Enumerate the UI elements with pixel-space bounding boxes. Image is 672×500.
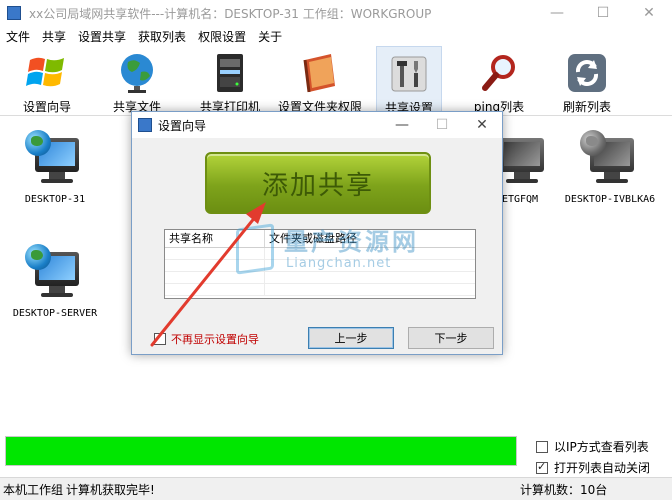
computer-item[interactable]: DESKTOP-IVBLKA6 bbox=[560, 130, 660, 205]
ip-view-checkbox[interactable] bbox=[536, 440, 548, 453]
ip-view-label: 以IP方式查看列表 bbox=[554, 440, 649, 454]
dialog-minimize-button[interactable]: — bbox=[382, 112, 422, 138]
globe-icon bbox=[114, 50, 160, 96]
toolbar-label: 刷新列表 bbox=[562, 100, 611, 114]
computer-name: ETGFQM bbox=[501, 194, 539, 205]
magnifier-icon bbox=[476, 50, 522, 96]
column-share-name[interactable]: 共享名称 bbox=[165, 230, 265, 247]
progress-bar bbox=[5, 436, 517, 466]
menu-permissions[interactable]: 权限设置 bbox=[192, 28, 252, 45]
printer-icon bbox=[207, 50, 253, 96]
menu-about[interactable]: 关于 bbox=[252, 28, 288, 45]
computer-item[interactable]: DESKTOP-31 bbox=[7, 130, 103, 205]
status-count: 计算机数：10台 bbox=[520, 483, 608, 497]
share-table-header: 共享名称 文件夹或磁盘路径 bbox=[165, 230, 475, 248]
toolbar-refresh-list[interactable]: 刷新列表 bbox=[554, 46, 620, 116]
minimize-button[interactable]: — bbox=[534, 0, 580, 26]
dialog-app-icon bbox=[138, 118, 152, 132]
status-workgroup: 本机工作组 bbox=[3, 482, 64, 497]
folder-book-icon bbox=[297, 50, 343, 96]
next-button[interactable]: 下一步 bbox=[408, 327, 494, 349]
dialog-close-button[interactable]: ✕ bbox=[462, 112, 502, 138]
toolbar-ping-list[interactable]: ping列表 bbox=[466, 46, 532, 116]
toolbar-share-printer[interactable]: 共享打印机 bbox=[192, 46, 268, 116]
prev-button[interactable]: 上一步 bbox=[308, 327, 394, 349]
auto-close-label: 打开列表自动关闭 bbox=[554, 461, 651, 475]
window-controls: — ☐ ✕ bbox=[534, 0, 672, 26]
title-bar: xx公司局域网共享软件---计算机名：DESKTOP-31 工作组：WORKGR… bbox=[0, 0, 672, 26]
computer-name: DESKTOP-SERVER bbox=[12, 308, 98, 319]
windows-logo-icon bbox=[24, 50, 70, 96]
menu-share[interactable]: 共享 bbox=[36, 28, 72, 45]
toolbar-setup-wizard[interactable]: 设置向导 bbox=[14, 46, 80, 116]
table-row bbox=[165, 272, 475, 284]
table-row bbox=[165, 260, 475, 272]
auto-close-checkbox[interactable] bbox=[536, 460, 548, 474]
maximize-button[interactable]: ☐ bbox=[580, 0, 626, 26]
tools-icon bbox=[386, 51, 432, 97]
menu-file[interactable]: 文件 bbox=[0, 28, 36, 45]
window-title: xx公司局域网共享软件---计算机名：DESKTOP-31 工作组：WORKGR… bbox=[29, 6, 432, 21]
close-button[interactable]: ✕ bbox=[626, 0, 672, 26]
add-share-button[interactable]: 添加共享 bbox=[205, 152, 431, 214]
setup-wizard-dialog: 设置向导 — ☐ ✕ 添加共享 共享名称 文件夹或磁盘路径 不再显示设置向导 上… bbox=[131, 111, 503, 355]
dialog-maximize-button: ☐ bbox=[435, 117, 449, 133]
toolbar-share-settings[interactable]: 共享设置 bbox=[376, 46, 442, 116]
column-path[interactable]: 文件夹或磁盘路径 bbox=[265, 230, 475, 247]
app-icon bbox=[7, 6, 21, 20]
no-show-checkbox[interactable] bbox=[154, 333, 166, 345]
toolbar-share-files[interactable]: 共享文件 bbox=[104, 46, 170, 116]
network-computer-icon bbox=[580, 130, 640, 190]
dialog-title-bar: 设置向导 — ☐ ✕ bbox=[132, 112, 502, 138]
status-bar: 本机工作组 计算机获取完毕! 计算机数：10台 bbox=[0, 477, 672, 500]
table-row bbox=[165, 284, 475, 296]
dialog-title: 设置向导 bbox=[158, 118, 207, 133]
toolbar: 设置向导 共享文件 共享打印机 设置文件夹权限 共享设置 ping列表 刷新列表 bbox=[0, 46, 672, 116]
add-share-label: 添加共享 bbox=[261, 170, 374, 201]
no-show-label: 不再显示设置向导 bbox=[171, 333, 259, 346]
toolbar-folder-permissions[interactable]: 设置文件夹权限 bbox=[274, 46, 366, 116]
computer-item[interactable]: DESKTOP-SERVER bbox=[7, 244, 103, 319]
network-computer-icon bbox=[25, 244, 85, 304]
computer-name: DESKTOP-IVBLKA6 bbox=[564, 194, 656, 205]
menu-set-share[interactable]: 设置共享 bbox=[72, 28, 132, 45]
network-computer-icon bbox=[25, 130, 85, 190]
menu-get-list[interactable]: 获取列表 bbox=[132, 28, 192, 45]
menu-bar: 文件 共享 设置共享 获取列表 权限设置 关于 bbox=[0, 26, 672, 46]
option-auto-close[interactable]: 打开列表自动关闭 bbox=[536, 459, 650, 476]
no-show-option[interactable]: 不再显示设置向导 bbox=[154, 331, 259, 347]
option-ip-view[interactable]: 以IP方式查看列表 bbox=[536, 438, 649, 455]
toolbar-label: 设置向导 bbox=[22, 100, 71, 114]
table-row bbox=[165, 248, 475, 260]
share-table[interactable]: 共享名称 文件夹或磁盘路径 bbox=[164, 229, 476, 299]
refresh-icon bbox=[564, 50, 610, 96]
computer-name: DESKTOP-31 bbox=[24, 194, 86, 205]
dialog-controls: — ☐ ✕ bbox=[382, 112, 502, 138]
status-message: 计算机获取完毕! bbox=[66, 482, 155, 497]
